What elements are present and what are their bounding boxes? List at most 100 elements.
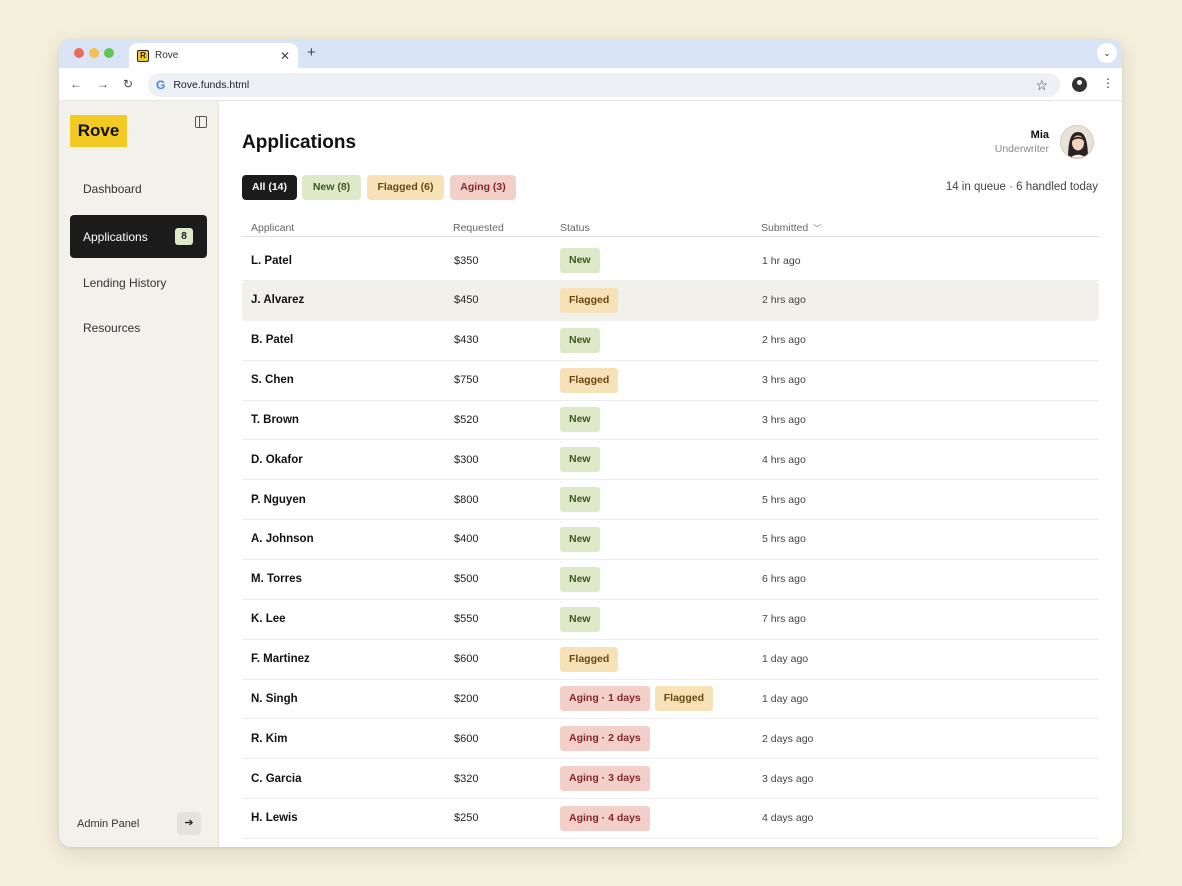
kebab-icon[interactable]: ⋮	[1102, 76, 1114, 90]
requested-amount: $200	[454, 692, 479, 705]
browser-tab[interactable]: R Rove ✕	[129, 43, 298, 68]
table-row[interactable]: M. Torres $500 New 6 hrs ago	[242, 560, 1099, 600]
sidebar-item-lending-history[interactable]: Lending History	[70, 261, 207, 304]
table-row[interactable]: R. Kim $600 Aging · 2 days 2 days ago	[242, 719, 1099, 760]
google-icon: G	[156, 78, 166, 92]
table-row[interactable]: T. Brown $520 New 3 hrs ago	[242, 400, 1099, 441]
status-badge: New	[560, 487, 600, 513]
sidebar: Rove Dashboard Applications 8 Lending Hi…	[59, 101, 219, 847]
status-cell: New	[560, 480, 600, 519]
status-badge: Flagged	[560, 367, 619, 393]
column-header-submitted[interactable]: Submitted ﹀	[761, 222, 821, 234]
tab-search-icon[interactable]: ⌄	[1097, 43, 1117, 63]
applicant-name: K. Lee	[251, 613, 286, 626]
arrow-right-icon[interactable]: ➔	[177, 812, 201, 835]
applicant-name: N. Singh	[251, 692, 298, 705]
submitted-time: 5 hrs ago	[762, 493, 806, 506]
table-row[interactable]: N. Singh $200 Aging · 1 days Flagged 1 day a…	[242, 679, 1099, 720]
filter-new[interactable]: New (8)	[302, 175, 361, 200]
profile-icon[interactable]	[1072, 77, 1087, 92]
favicon-icon: R	[137, 49, 149, 62]
submitted-time: 1 hr ago	[762, 254, 801, 267]
submitted-time: 7 hrs ago	[762, 613, 806, 626]
submitted-time: 3 days ago	[762, 772, 814, 785]
user-role: Underwriter	[994, 143, 1049, 155]
requested-amount: $520	[454, 413, 479, 426]
status-badge: New	[560, 526, 600, 552]
table-row[interactable]: B. Patel $430 New 2 hrs ago	[242, 321, 1099, 361]
browser-toolbar: ← → ↻ G Rove.funds.html ☆ ⋮	[59, 68, 1122, 101]
requested-amount: $320	[454, 772, 479, 785]
sidebar-collapse-icon[interactable]	[195, 116, 207, 128]
filter-all[interactable]: All (14)	[242, 175, 297, 200]
applicant-name: J. Alvarez	[251, 294, 305, 307]
status-cell: New	[560, 241, 600, 280]
requested-amount: $350	[454, 254, 479, 267]
requested-amount: $600	[454, 732, 479, 745]
submitted-time: 5 hrs ago	[762, 533, 806, 546]
sidebar-item-label: Dashboard	[83, 181, 142, 196]
status-cell: Aging · 1 days Flagged	[560, 679, 714, 718]
table-row[interactable]: H. Lewis $250 Aging · 4 days 4 days ago	[242, 799, 1099, 839]
close-window-button[interactable]	[74, 48, 84, 58]
applicant-name: D. Okafor	[251, 453, 303, 466]
submitted-time: 4 days ago	[762, 812, 814, 825]
applicant-name: S. Chen	[251, 374, 294, 387]
logo[interactable]: Rove	[70, 115, 127, 147]
arrow-left-icon[interactable]: ←	[70, 77, 82, 91]
sidebar-item-label: Applications	[83, 229, 148, 244]
applicant-name: P. Nguyen	[251, 493, 306, 506]
column-header-status: Status	[560, 222, 590, 234]
sidebar-item-resources[interactable]: Resources	[70, 306, 207, 349]
sidebar-item-applications[interactable]: Applications 8	[70, 215, 207, 258]
star-icon[interactable]: ☆	[1035, 77, 1048, 94]
status-cell: Flagged	[560, 361, 619, 400]
status-badge: New	[560, 407, 600, 433]
submitted-time: 4 hrs ago	[762, 453, 806, 466]
table-row[interactable]: K. Lee $550 New 7 hrs ago	[242, 600, 1099, 640]
table-row[interactable]: A. Johnson $400 New 5 hrs ago	[242, 520, 1099, 560]
maximize-window-button[interactable]	[104, 48, 114, 58]
address-bar[interactable]: G Rove.funds.html ☆	[148, 73, 1060, 97]
status-badge: Flagged	[560, 646, 619, 672]
header-divider	[242, 236, 1099, 237]
status-cell: Aging · 3 days	[560, 759, 650, 798]
submitted-time: 6 hrs ago	[762, 573, 806, 586]
reload-icon[interactable]: ↻	[123, 77, 133, 91]
submitted-time: 2 hrs ago	[762, 334, 806, 347]
column-header-applicant: Applicant	[251, 222, 295, 234]
table-row[interactable]: L. Patel $350 New 1 hr ago	[242, 241, 1099, 281]
admin-panel-label[interactable]: Admin Panel	[77, 818, 139, 830]
sidebar-item-label: Resources	[83, 320, 141, 335]
submitted-time: 1 day ago	[762, 692, 809, 705]
table-row[interactable]: S. Chen $750 Flagged 3 hrs ago	[242, 361, 1099, 401]
table-row[interactable]: C. Garcia $320 Aging · 3 days 3 days ago	[242, 759, 1099, 800]
requested-amount: $250	[454, 812, 479, 825]
count-badge: 8	[175, 228, 193, 245]
applicant-name: B. Patel	[251, 334, 294, 347]
applicant-name: H. Lewis	[251, 812, 298, 825]
table-row[interactable]: J. Alvarez $450 Flagged 2 hrs ago	[242, 280, 1099, 321]
table-row[interactable]: F. Martinez $600 Flagged 1 day ago	[242, 640, 1099, 680]
main-content: Applications Mia Underwriter All (14) Ne…	[220, 101, 1122, 847]
new-tab-icon[interactable]: +	[307, 44, 316, 61]
requested-amount: $430	[454, 334, 479, 347]
filter-aging[interactable]: Aging (3)	[450, 175, 516, 200]
column-header-requested: Requested	[453, 222, 504, 234]
table-row[interactable]: D. Okafor $300 New 4 hrs ago	[242, 440, 1099, 481]
table-row[interactable]: P. Nguyen $800 New 5 hrs ago	[242, 480, 1099, 521]
requested-amount: $300	[454, 453, 479, 466]
requested-amount: $800	[454, 493, 479, 506]
arrow-right-icon[interactable]: →	[97, 77, 109, 91]
browser-window: R Rove ✕ + ⌄ ← → ↻ G Rove.funds.html ☆ ⋮…	[59, 39, 1122, 847]
status-cell: New	[560, 520, 600, 559]
close-tab-icon[interactable]: ✕	[280, 49, 290, 63]
minimize-window-button[interactable]	[89, 48, 99, 58]
status-badge: Aging · 2 days	[560, 726, 650, 752]
sidebar-item-dashboard[interactable]: Dashboard	[70, 167, 207, 210]
chevron-down-icon[interactable]: ﹀	[813, 224, 821, 233]
filter-flagged[interactable]: Flagged (6)	[367, 175, 444, 200]
applicant-name: T. Brown	[251, 413, 299, 426]
avatar[interactable]	[1060, 125, 1094, 159]
sidebar-item-label: Lending History	[83, 275, 167, 290]
